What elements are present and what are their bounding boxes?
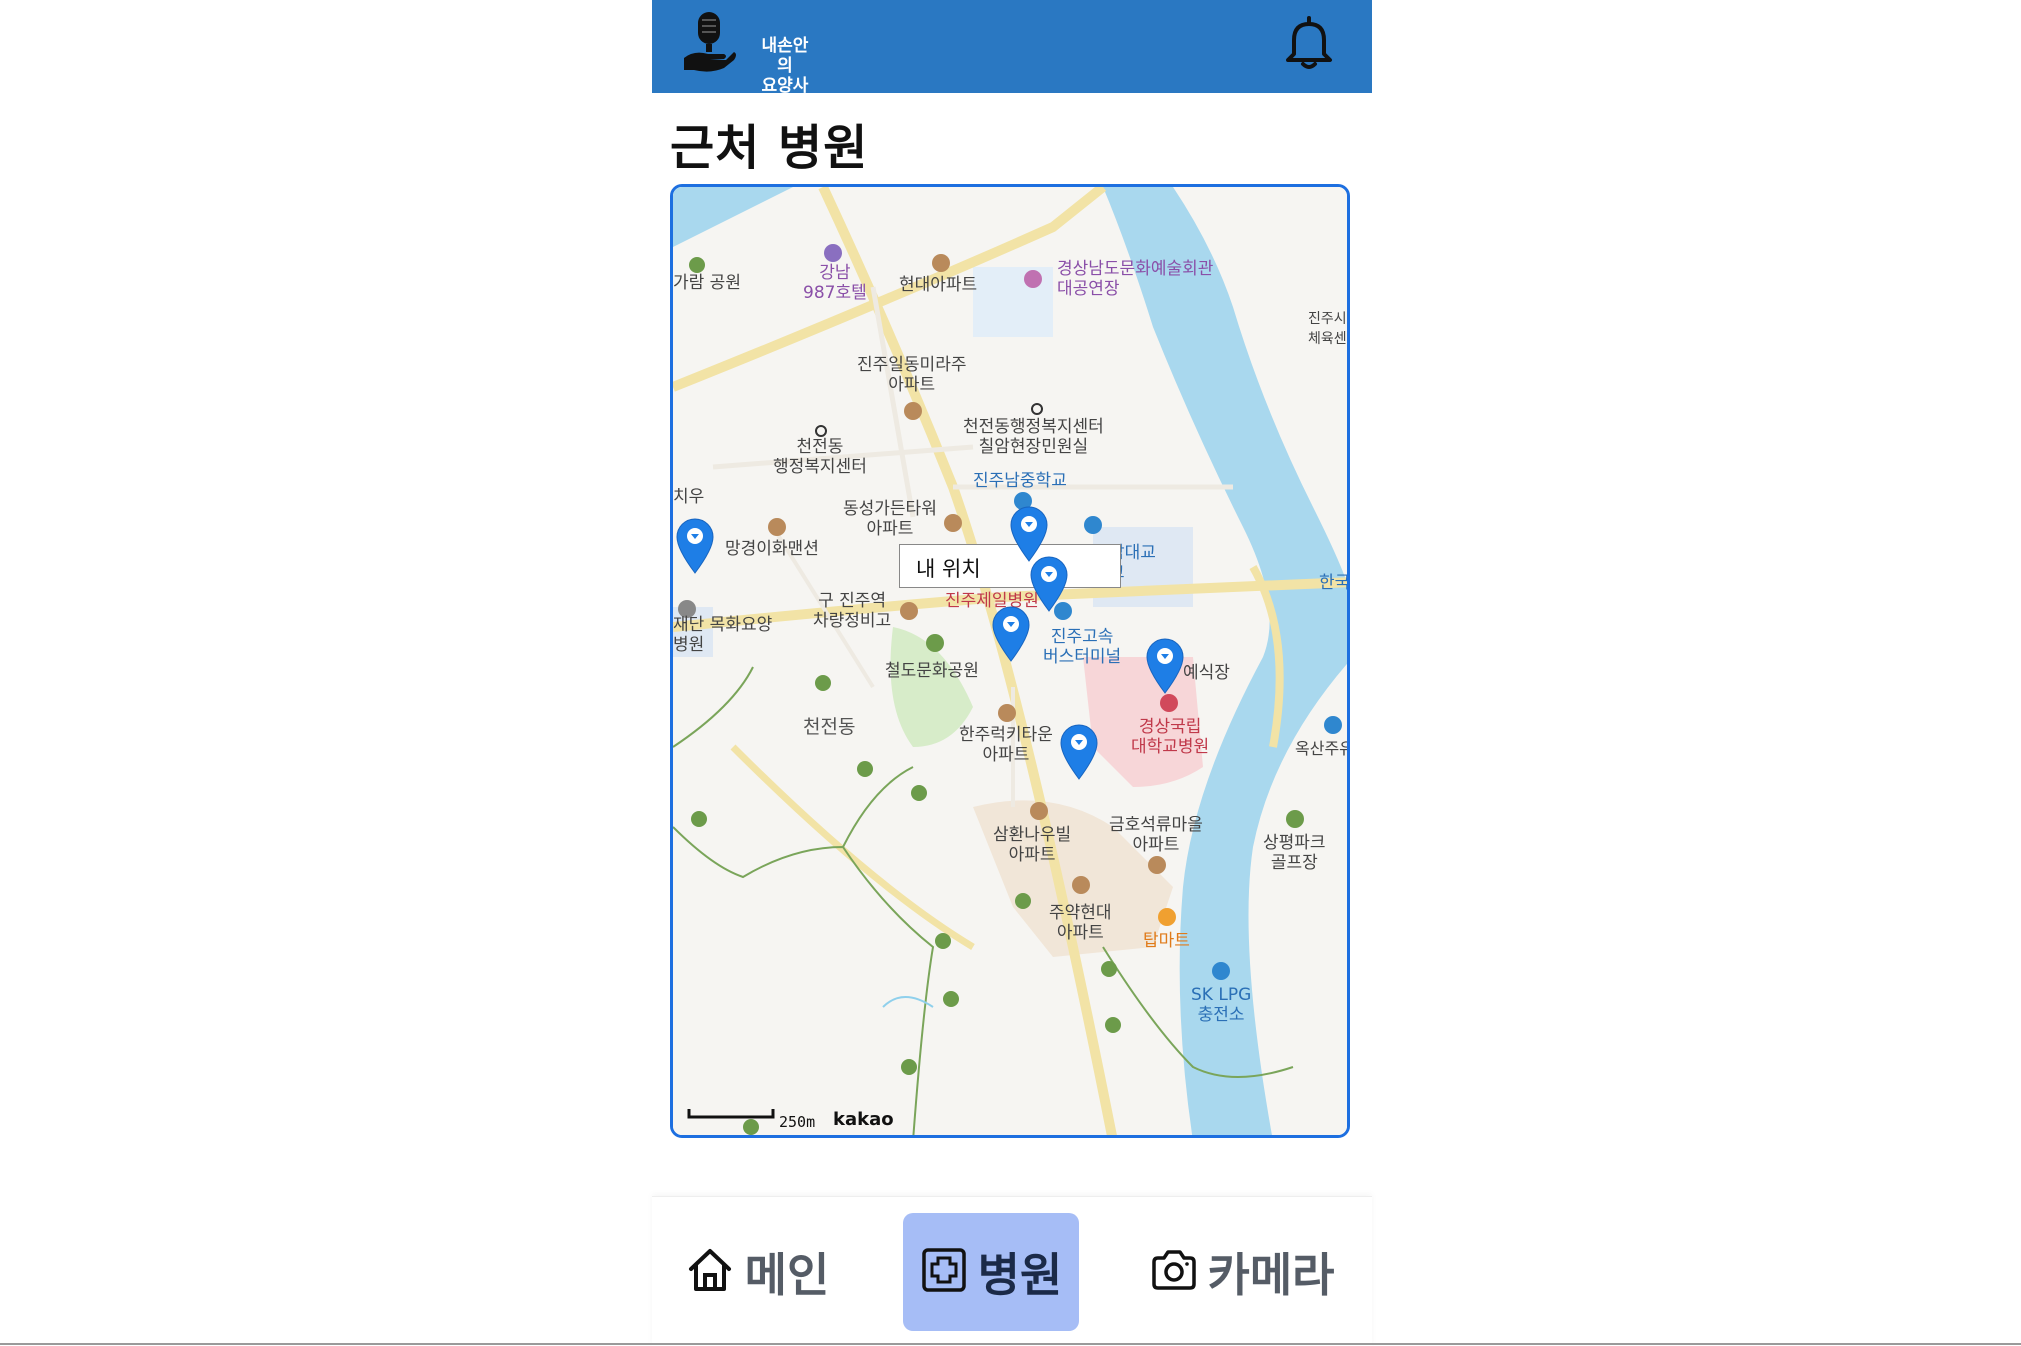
kakao-logo[interactable]: kakao <box>833 1109 894 1130</box>
map-label: 재단 목화요양 병원 <box>673 615 773 655</box>
hospital-marker-pin[interactable] <box>675 517 715 575</box>
tab-main[interactable]: 메인 <box>682 1213 832 1331</box>
map-label: 상평파크 골프장 <box>1263 833 1326 873</box>
app-screen: 내손안의 요양사 근처 병원 가람 공원 강남 987호텔 현대아파트 경상남도… <box>652 0 1372 1346</box>
app-logo[interactable]: 내손안의 요양사 <box>680 8 820 96</box>
nearby-hospital-map[interactable]: 가람 공원 강남 987호텔 현대아파트 경상남도문화예술회관 대공연장 진주시 체육… <box>670 184 1350 1138</box>
map-scale-text: 250m <box>779 1113 816 1131</box>
map-label: 진주고속 버스터미널 <box>1043 627 1122 667</box>
hospital-marker-pin[interactable] <box>1059 723 1099 781</box>
logo-text-line1: 내손안의 <box>761 36 809 76</box>
camera-icon <box>1150 1248 1198 1296</box>
map-label: 경상국립 대학교병원 <box>1131 717 1210 757</box>
map-label: 현대아파트 <box>899 275 978 295</box>
map-label: 한국 <box>1319 573 1350 593</box>
hospital-plus-icon <box>920 1246 968 1298</box>
map-label: 동성가든타워 아파트 <box>843 499 937 539</box>
map-label: 천전동행정복지센터 칠암현장민원실 <box>963 417 1104 457</box>
map-label: 망경이화맨션 <box>725 539 819 559</box>
map-label: 금호석류마을 아파트 <box>1109 815 1203 855</box>
map-label: 예식장 <box>1183 663 1230 683</box>
hospital-marker-pin[interactable] <box>1029 555 1069 613</box>
map-label: 한주럭키타운 아파트 <box>959 725 1053 765</box>
page-title: 근처 병원 <box>670 120 869 176</box>
map-label: 삼환나우빌 아파트 <box>993 825 1072 865</box>
tab-camera-label: 카메라 <box>1207 1248 1335 1302</box>
hospital-marker-pin[interactable] <box>991 605 1031 663</box>
map-label: 치우 <box>673 487 705 507</box>
logo-text-line2: 요양사 <box>761 76 809 96</box>
tab-hospital-label: 병원 <box>977 1248 1063 1302</box>
map-label: 옥산주유 <box>1295 739 1350 758</box>
tab-hospital[interactable]: 병원 <box>903 1213 1079 1331</box>
logo-text: 내손안의 요양사 <box>754 36 816 96</box>
map-label: 진주일동미라주 아파트 <box>857 355 967 395</box>
bell-icon[interactable] <box>1282 14 1336 72</box>
hospital-marker-pin[interactable] <box>1145 637 1185 695</box>
map-label: 탑마트 <box>1143 931 1190 951</box>
map-label: 진주남중학교 <box>973 471 1067 491</box>
map-label: 가람 공원 <box>673 273 741 293</box>
tab-camera[interactable]: 카메라 <box>1142 1213 1342 1331</box>
map-label: 구 진주역 차량정비고 <box>813 591 892 631</box>
app-header: 내손안의 요양사 <box>652 0 1372 96</box>
map-label: 천전동 <box>803 716 856 738</box>
microphone-hand-icon <box>684 12 736 72</box>
bottom-tab-bar: 메인 병원 카메라 <box>652 1196 1372 1346</box>
map-label: 천전동 행정복지센터 <box>773 437 867 477</box>
tab-main-label: 메인 <box>744 1248 830 1302</box>
map-label: 진주시 체육센 <box>1308 311 1347 347</box>
map-label: 철도문화공원 <box>885 661 979 681</box>
home-icon <box>685 1245 735 1299</box>
map-label: SK LPG 충전소 <box>1191 985 1252 1025</box>
map-label: 강남 987호텔 <box>803 263 867 303</box>
map-label: 주약현대 아파트 <box>1049 903 1112 943</box>
map-label: 경상남도문화예술회관 대공연장 <box>1057 259 1214 299</box>
